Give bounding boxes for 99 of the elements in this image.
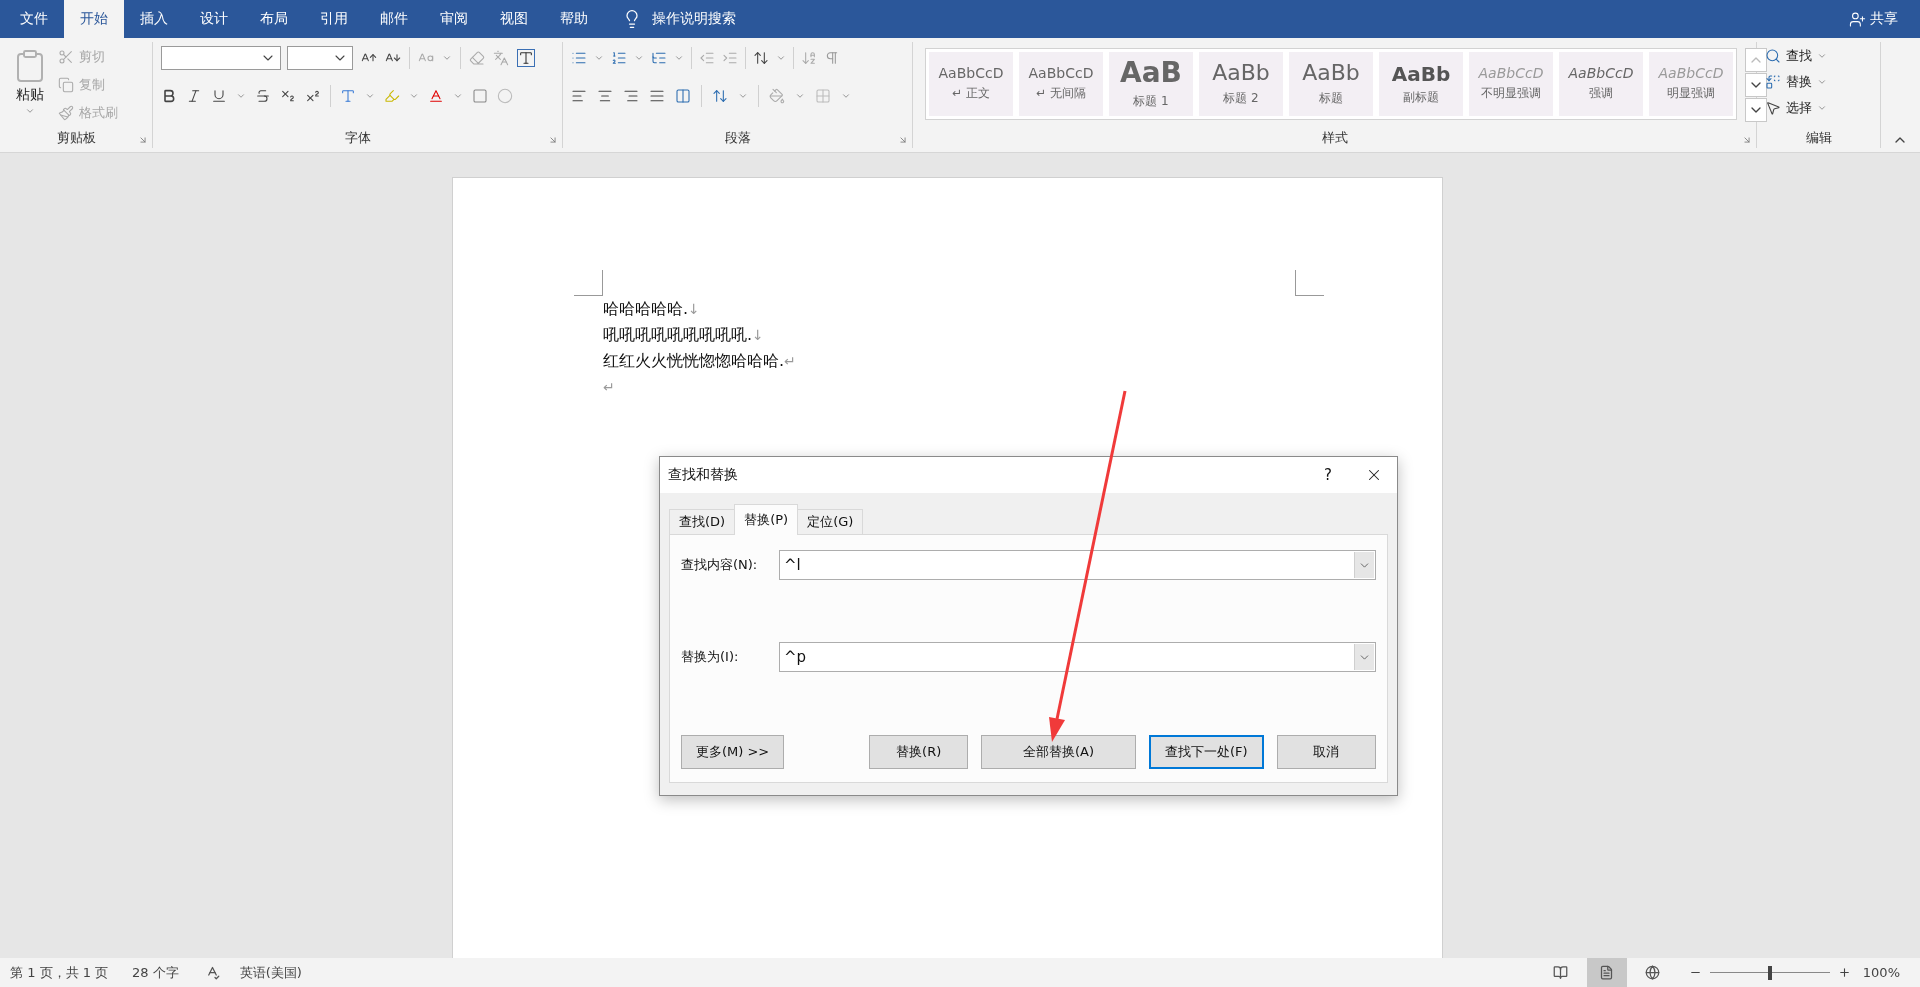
group-label: 字体 [344,129,371,147]
tell-me-search[interactable]: 操作说明搜索 [652,10,736,28]
shading-bucket-icon[interactable] [769,88,785,104]
style-item[interactable]: AaB 标题 1 [1109,52,1193,116]
ribbon-tab[interactable]: 插入 [124,0,184,38]
dialog-button[interactable]: 查找下一处(F) [1148,735,1264,769]
ribbon-tab[interactable]: 开始 [64,0,124,38]
search-icon[interactable] [1765,48,1781,64]
ribbon-tab[interactable]: 布局 [244,0,304,38]
dialog-launcher-icon[interactable] [898,135,908,145]
align-left-icon[interactable] [571,88,587,104]
slider-thumb[interactable] [1767,965,1772,980]
font-color-icon[interactable] [428,88,444,104]
font-size-field[interactable] [287,46,353,70]
dialog-tab[interactable]: 替换(P) [734,504,799,535]
editing-command[interactable]: 查找 [1786,47,1812,65]
formatting-mark: ↓ [688,301,700,317]
zoom-level[interactable]: 100% [1862,965,1900,980]
show-marks-icon[interactable] [824,50,840,66]
share-button[interactable]: 共享 [1870,10,1898,28]
highlighter-icon[interactable] [384,88,400,104]
document-line: 哈哈哈哈哈. [603,299,689,318]
dialog-launcher-icon[interactable] [1742,135,1752,145]
ribbon-tab[interactable]: 审阅 [424,0,484,38]
ribbon-tab[interactable]: 设计 [184,0,244,38]
text-effects-icon[interactable] [340,88,356,104]
text-direction-icon[interactable] [753,50,769,66]
character-border-icon[interactable] [517,49,535,67]
ribbon-tab[interactable]: 文件 [4,0,64,38]
dialog-title: 查找和替换 [668,466,739,484]
bold-icon[interactable] [161,88,177,104]
language-indicator[interactable]: 英语(美国) [239,963,302,982]
style-item[interactable]: AaBb 标题 2 [1199,52,1283,116]
word-count[interactable]: 28 个字 [132,963,179,982]
editing-command[interactable]: 选择 [1786,99,1812,117]
document-line: 红红火火恍恍惚惚哈哈哈. [603,351,785,370]
eraser-icon[interactable] [469,50,485,66]
sort-icon[interactable] [801,50,817,66]
ribbon-tab[interactable]: 帮助 [544,0,604,38]
dialog-tab[interactable]: 定位(G) [797,509,864,535]
style-item[interactable]: AaBb 副标题 [1379,52,1463,116]
style-item[interactable]: AaBb 标题 [1289,52,1373,116]
formatting-mark: ↵ [603,379,615,395]
zoom-in-icon[interactable] [1837,966,1851,979]
combo-field[interactable]: ^p [779,642,1376,672]
multilevel-list-icon[interactable] [651,50,667,66]
combo-field[interactable]: ^l [779,550,1376,580]
underline-icon[interactable] [211,88,227,104]
ribbon-tab[interactable]: 视图 [484,0,544,38]
style-item[interactable]: AaBbCcD ↵ 无间隔 [1019,52,1103,116]
replace-icon[interactable] [1765,74,1781,90]
group-label: 剪贴板 [56,129,96,147]
justify-icon[interactable] [649,88,665,104]
align-right-icon[interactable] [623,88,639,104]
style-item[interactable]: AaBbCcD 不明显强调 [1469,52,1553,116]
formatting-mark: ↵ [784,353,796,369]
editing-command[interactable]: 替换 [1786,73,1812,91]
paste-button[interactable]: 粘贴 [16,86,44,104]
italic-icon[interactable] [186,88,202,104]
numbering-icon[interactable] [611,50,627,66]
dialog-tab[interactable]: 查找(D) [669,509,736,535]
group-label: 段落 [724,129,751,147]
group-label: 编辑 [1805,129,1832,147]
increase-indent-icon[interactable] [722,50,738,66]
dialog-button[interactable]: 替换(R) [869,735,969,769]
print-layout-icon[interactable] [1599,965,1615,980]
formatting-mark: ↓ [752,327,764,343]
dialog-launcher-icon[interactable] [548,135,558,145]
ribbon-tab[interactable]: 邮件 [364,0,424,38]
style-item[interactable]: AaBbCcD 明显强调 [1649,52,1733,116]
document-line: 吼吼吼吼吼吼吼吼吼. [603,325,753,344]
superscript-icon[interactable] [305,88,321,104]
group-label: 样式 [1321,129,1348,147]
help-button[interactable]: ? [1305,466,1351,484]
web-layout-icon[interactable] [1645,965,1661,980]
bullets-icon[interactable] [571,50,587,66]
borders-icon[interactable] [815,88,831,104]
dialog-button[interactable]: 全部替换(A) [981,735,1136,769]
field-label: 替换为(I): [681,648,740,666]
crop-mark [574,270,603,296]
decrease-indent-icon[interactable] [699,50,715,66]
read-mode-icon[interactable] [1553,965,1569,980]
align-center-icon[interactable] [597,88,613,104]
crop-mark [1295,270,1324,296]
ribbon-tab[interactable]: 引用 [304,0,364,38]
more-button[interactable]: 更多(M) >> [681,735,785,769]
style-item[interactable]: AaBbCcD ↵ 正文 [929,52,1013,116]
dialog-button[interactable]: 取消 [1276,735,1376,769]
page-count[interactable]: 第 1 页，共 1 页 [10,963,109,982]
line-spacing-icon[interactable] [712,88,728,104]
subscript-icon[interactable] [280,88,296,104]
person-icon[interactable] [1849,10,1866,28]
phonetic-guide-icon[interactable] [493,50,509,66]
dialog-launcher-icon[interactable] [138,135,148,145]
field-label: 查找内容(N): [681,556,759,574]
font-name-field[interactable] [161,46,281,70]
strikethrough-icon[interactable] [255,88,271,104]
style-item[interactable]: AaBbCcD 强调 [1559,52,1643,116]
cursor-icon[interactable] [1765,100,1781,116]
